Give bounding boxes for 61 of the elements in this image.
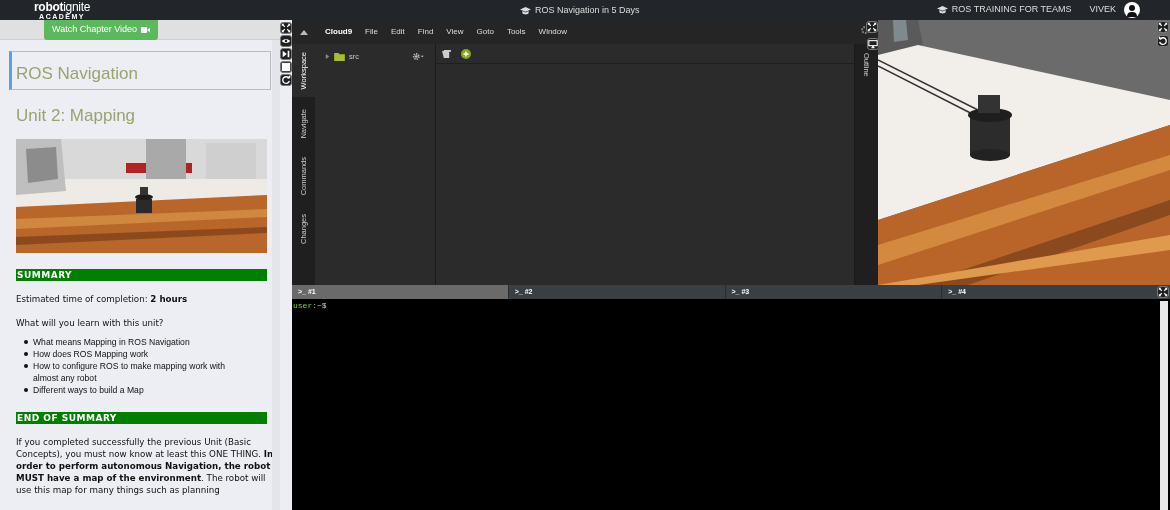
square-icon [281, 62, 291, 72]
expand-icon [281, 23, 291, 33]
graduation-cap-icon [520, 6, 531, 15]
paragraph: Estimated time of completion: 2 hours [16, 292, 189, 305]
fullscreen-button[interactable] [866, 21, 878, 33]
folder-icon [334, 52, 345, 61]
user-name[interactable]: VIVEK [1089, 3, 1116, 17]
brand-menu[interactable]: Cloud9 [325, 26, 353, 38]
scrollbar[interactable] [1160, 301, 1168, 510]
unit-heading: Unit 2: Mapping [16, 105, 137, 127]
graduation-cap-icon [936, 6, 948, 14]
list-item: How to configure ROS to make mapping work with almost any robot [33, 359, 226, 384]
paragraph: If you completed successfully the previous Unit (Basic Concepts), you must now know at least this ONE THING. In order to perform autonomous Navigation, the robot MUST have a map of the environment. The robot will use this map for many things such as planning [16, 435, 275, 496]
menu-item[interactable]: Find [417, 26, 434, 38]
refresh-button[interactable] [280, 74, 292, 86]
reset-view-button[interactable] [1157, 35, 1169, 47]
menu-item[interactable]: Goto [476, 26, 494, 38]
course-title: ROS Navigation in 5 Days [535, 4, 640, 17]
undo-icon [1158, 36, 1168, 46]
monitor-button[interactable] [866, 38, 879, 50]
list-item: Different ways to build a Map [33, 383, 145, 396]
section-banner: SUMMARY [16, 268, 267, 281]
bullet-icon [24, 351, 28, 356]
paragraph: What will you learn with this unit? [16, 316, 165, 329]
fullscreen-button[interactable] [280, 22, 292, 34]
collapse-arrow-icon[interactable] [300, 29, 308, 35]
eye-icon [281, 36, 291, 46]
settings-icon[interactable] [860, 25, 870, 35]
skip-button[interactable] [280, 48, 292, 60]
avatar-icon[interactable] [1124, 2, 1140, 18]
list-item: How does ROS Mapping work [33, 347, 150, 360]
stop-button[interactable] [280, 61, 292, 73]
bullet-icon [24, 363, 28, 368]
expand-icon [867, 22, 877, 32]
scrollbar[interactable] [272, 40, 280, 510]
menu-item[interactable]: Tools [506, 26, 526, 38]
bullet-icon [24, 387, 28, 392]
hide-button[interactable] [280, 35, 292, 47]
expand-icon [1158, 287, 1168, 297]
fullscreen-button[interactable] [1157, 21, 1169, 33]
collapsed-arrow-icon[interactable] [325, 54, 330, 60]
notebook-title: ROS Navigation [16, 62, 138, 85]
menu-item[interactable]: Edit [391, 26, 405, 38]
section-banner: END OF SUMMARY [16, 411, 267, 424]
terminal-prompt: user:~$ [292, 300, 328, 312]
add-tab-icon[interactable] [461, 48, 471, 59]
logo-text[interactable]: robotignite [34, 0, 91, 13]
tab-list-icon[interactable] [442, 49, 451, 58]
fullscreen-button[interactable] [1157, 286, 1169, 298]
list-item: What means Mapping in ROS Navigation [33, 335, 191, 348]
video-camera-icon [141, 27, 151, 33]
bullet-icon [24, 339, 28, 344]
menu-item[interactable]: View [446, 26, 464, 38]
menu-item[interactable]: File [365, 26, 378, 38]
settings-icon[interactable] [412, 52, 424, 61]
team-training-link[interactable]: ROS TRAINING FOR TEAMS [951, 3, 1072, 17]
skip-icon [281, 49, 291, 59]
menu-item[interactable]: Window [538, 26, 568, 38]
monitor-icon [867, 39, 878, 49]
expand-icon [1158, 22, 1168, 32]
refresh-icon [281, 75, 291, 85]
